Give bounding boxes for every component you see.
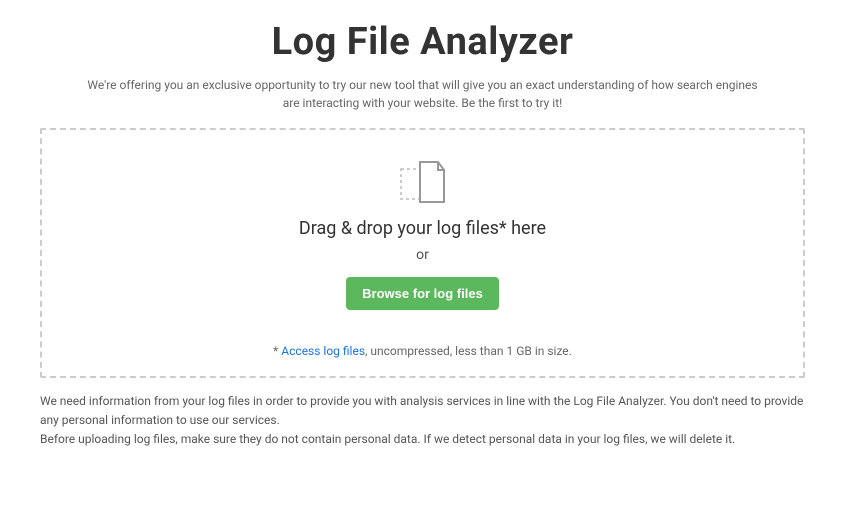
footnote-suffix: , uncompressed, less than 1 GB in size. bbox=[365, 344, 572, 358]
legal-paragraph-1: We need information from your log files … bbox=[40, 392, 805, 430]
dropzone-footnote: * Access log files, uncompressed, less t… bbox=[62, 344, 783, 358]
dropzone[interactable]: Drag & drop your log files* here or Brow… bbox=[40, 128, 805, 378]
drop-instruction: Drag & drop your log files* here bbox=[62, 218, 783, 239]
file-icon-group bbox=[62, 160, 783, 204]
legal-paragraph-2: Before uploading log files, make sure th… bbox=[40, 430, 805, 449]
access-log-files-link[interactable]: Access log files bbox=[281, 344, 365, 358]
browse-button[interactable]: Browse for log files bbox=[346, 277, 499, 310]
drop-or-separator: or bbox=[62, 247, 783, 263]
page-title: Log File Analyzer bbox=[40, 20, 805, 64]
legal-text-block: We need information from your log files … bbox=[40, 392, 805, 450]
file-stack-icon bbox=[400, 160, 446, 204]
page-subtitle: We're offering you an exclusive opportun… bbox=[83, 76, 763, 112]
